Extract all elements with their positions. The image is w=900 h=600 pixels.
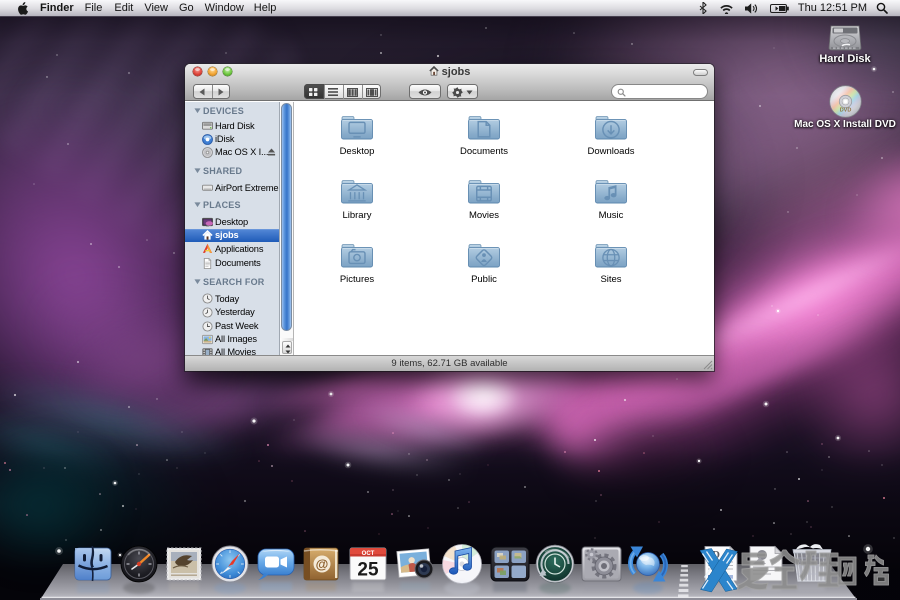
svg-text:OCT: OCT [362, 551, 375, 557]
svg-text:DVD: DVD [839, 108, 851, 114]
svg-text:25: 25 [357, 560, 379, 581]
svg-text:@: @ [316, 557, 329, 572]
